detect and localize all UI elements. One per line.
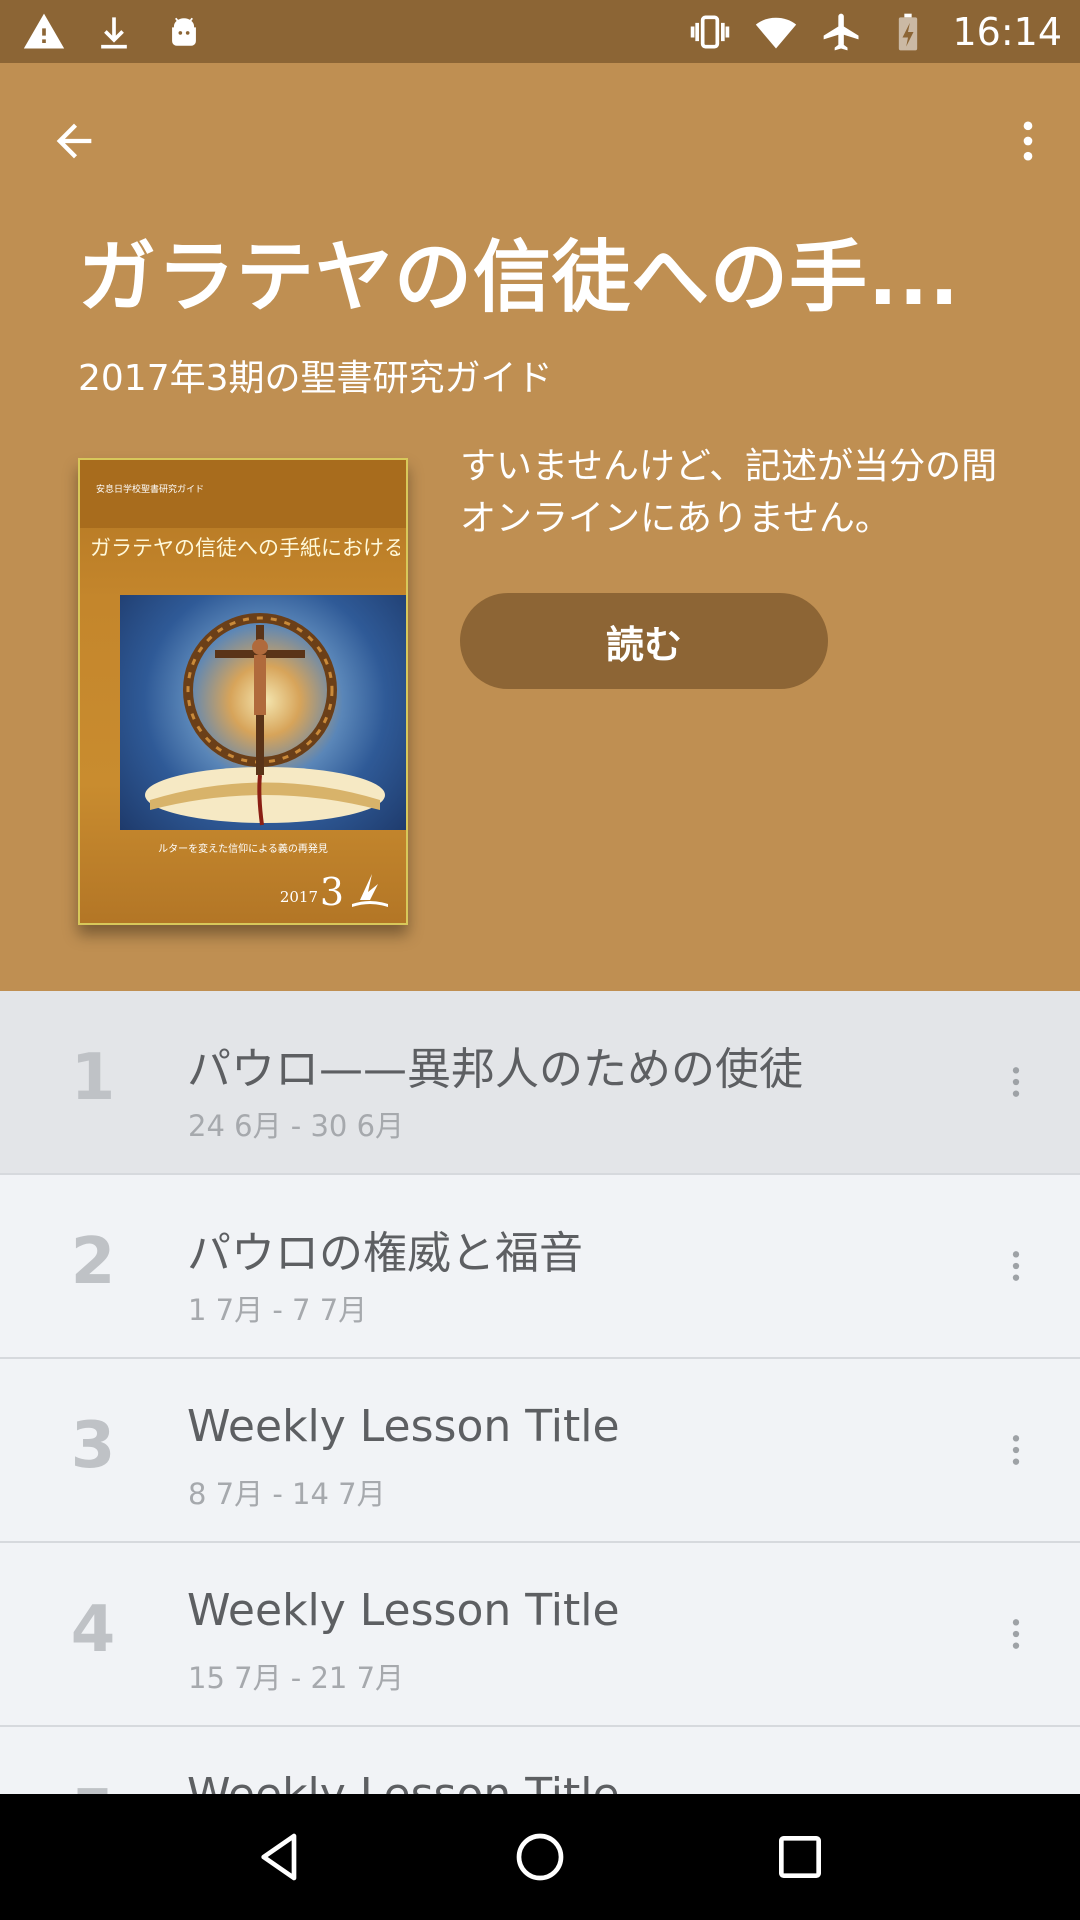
lesson-date: 15 7月 - 21 7月 [188,1661,405,1695]
lesson-more-button[interactable] [986,1049,1046,1115]
lesson-number: 5 [0,1777,186,1794]
list-item[interactable]: 4 Weekly Lesson Title 15 7月 - 21 7月 [0,1543,1080,1727]
back-button[interactable] [36,103,112,179]
lesson-title: Weekly Lesson Title [187,1769,620,1794]
more-vert-icon [1012,1067,1020,1097]
nav-back-icon [261,1833,297,1881]
lesson-more-button[interactable] [986,1417,1046,1483]
lesson-date: 8 7月 - 14 7月 [188,1477,386,1511]
more-vert-icon [1023,121,1033,161]
vibrate-icon [691,15,730,49]
status-time: 16:14 [952,10,1062,54]
overflow-menu-button[interactable] [990,103,1066,179]
airplane-icon [824,13,859,51]
list-item[interactable]: 1 パウロ——異邦人のための使徒 24 6月 - 30 6月 [0,991,1080,1175]
lesson-title: パウロ——異邦人のための使徒 [187,1044,803,1095]
quarterly-title: ガラテヤの信徒への手... [78,233,960,323]
lesson-number: 3 [70,1409,116,1483]
list-item[interactable]: 5 Weekly Lesson Title [0,1727,1080,1794]
nav-recents-button[interactable] [755,1812,845,1902]
cover-quarter-number: 3 [319,870,344,914]
lesson-date: 24 6月 - 30 6月 [188,1109,405,1143]
lesson-list: 1 パウロ——異邦人のための使徒 24 6月 - 30 6月 2 パウロの権威と… [0,991,1080,1794]
lesson-more-button[interactable] [986,1233,1046,1299]
cover-small-text: 安息日学校聖書研究ガイド [96,485,205,495]
arrow-back-icon [56,123,92,159]
nav-back-button[interactable] [235,1812,325,1902]
battery-icon [899,13,918,51]
read-button[interactable]: 読む [460,593,828,689]
status-bar: 16:14 [0,0,1080,63]
warning-icon [23,13,65,49]
lesson-date: 1 7月 - 7 7月 [188,1293,368,1327]
lesson-title: Weekly Lesson Title [187,1585,620,1636]
cover-artwork [120,595,406,830]
lesson-title: パウロの権威と福音 [187,1228,583,1279]
wifi-icon [756,17,797,49]
more-vert-icon [1012,1619,1020,1649]
description-unavailable-text: すいませんけど、記述が当分の間オンラインにありません。 [460,446,998,539]
nav-recents-icon [779,1836,821,1878]
church-logo-icon [352,874,388,907]
android-icon [172,17,196,46]
list-item[interactable]: 3 Weekly Lesson Title 8 7月 - 14 7月 [0,1359,1080,1543]
cover-title: ガラテヤの信徒への手紙における福音 [90,536,400,560]
lesson-header: ガラテヤの信徒への手... 2017年3期の聖書研究ガイド 安息日学校聖書研究ガ… [0,63,1080,991]
more-vert-icon [1012,1435,1020,1465]
nav-home-icon [516,1833,564,1881]
list-item[interactable]: 2 パウロの権威と福音 1 7月 - 7 7月 [0,1175,1080,1359]
system-nav-bar [0,1794,1080,1920]
cover-year: 2017 [279,888,318,906]
lesson-number: 2 [70,1225,116,1299]
cover-caption: ルターを変えた信仰による義の再発見 [158,844,328,855]
quarterly-subtitle: 2017年3期の聖書研究ガイド [78,358,553,399]
more-vert-icon [1012,1251,1020,1281]
lesson-number: 4 [70,1593,116,1667]
cover-image: 安息日学校聖書研究ガイド ガラテヤの信徒への手紙における福音 ルターを変えた信仰… [78,458,408,925]
download-icon [101,17,127,49]
lesson-title: Weekly Lesson Title [187,1401,620,1452]
lesson-number: 1 [70,1041,116,1115]
nav-home-button[interactable] [495,1812,585,1902]
lesson-more-button[interactable] [986,1601,1046,1667]
